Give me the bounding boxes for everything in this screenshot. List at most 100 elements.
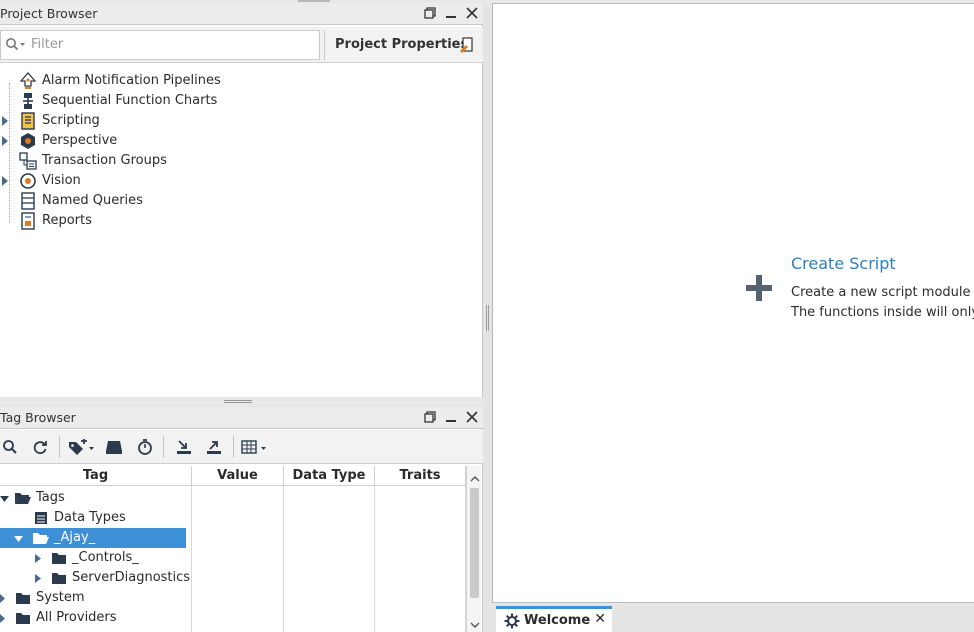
- tree-item-label: Perspective: [42, 133, 118, 148]
- expand-arrow-icon[interactable]: [0, 613, 8, 628]
- expand-arrow-icon[interactable]: [2, 176, 8, 186]
- tag-row-label: _Controls_: [72, 550, 139, 565]
- folder-icon: [15, 611, 31, 629]
- description-line: Create a new script module u: [791, 285, 974, 300]
- project-browser-header: Project Browser: [0, 3, 483, 25]
- tag-row-label: All Providers: [36, 610, 117, 625]
- tree-item-transaction-groups[interactable]: Transaction Groups: [0, 151, 483, 171]
- sfc-icon: [19, 92, 37, 110]
- expand-arrow-icon[interactable]: [34, 573, 42, 588]
- scroll-down-icon[interactable]: [470, 618, 480, 632]
- close-icon[interactable]: ✕: [594, 611, 606, 627]
- column-data-type: [284, 486, 375, 632]
- tree-item-scripting[interactable]: Scripting: [0, 111, 483, 131]
- tree-item-alarm-notification-pipelines[interactable]: Alarm Notification Pipelines: [0, 71, 483, 91]
- tag-browser-title: Tag Browser: [0, 410, 76, 425]
- toolbar-separator: [233, 436, 234, 458]
- data-types-icon: [34, 511, 48, 529]
- tag-row-label: Data Types: [54, 510, 126, 525]
- project-browser-title: Project Browser: [0, 6, 98, 21]
- column-header-value[interactable]: Value: [192, 466, 284, 486]
- tag-row-all-providers[interactable]: All Providers: [0, 608, 186, 628]
- tag-row-label: System: [36, 590, 85, 605]
- collapse-arrow-icon[interactable]: [0, 493, 10, 508]
- vertical-scrollbar[interactable]: [466, 466, 481, 632]
- restore-icon[interactable]: [422, 409, 437, 425]
- search-icon[interactable]: [5, 37, 27, 55]
- filter-input[interactable]: Filter: [0, 30, 320, 60]
- toolbar-separator: [59, 436, 60, 458]
- tag-row-system[interactable]: System: [0, 588, 186, 608]
- minimize-icon[interactable]: [443, 5, 458, 21]
- tree-item-label: Scripting: [42, 113, 100, 128]
- import-icon[interactable]: [174, 438, 194, 456]
- column-value: [192, 486, 284, 632]
- editor-area: Create Script Create a new script module…: [492, 3, 974, 603]
- minimize-icon[interactable]: [443, 409, 458, 425]
- gear-icon: [504, 613, 520, 632]
- folder-open-icon: [32, 531, 50, 549]
- search-icon[interactable]: [0, 438, 20, 456]
- column-header-tag[interactable]: Tag: [0, 466, 192, 486]
- close-icon[interactable]: [464, 409, 479, 425]
- project-tree: Alarm Notification Pipelines Sequential …: [0, 71, 483, 231]
- tag-browser-panel: Tag Browser Tag Value Data Type Traits T…: [0, 407, 483, 632]
- expand-arrow-icon[interactable]: [0, 593, 8, 608]
- vertical-splitter[interactable]: [483, 3, 492, 632]
- top-edge-marker: [298, 0, 330, 2]
- scrollbar-thumb[interactable]: [470, 488, 479, 598]
- table-view-icon[interactable]: [240, 438, 270, 456]
- script-icon: [19, 112, 37, 130]
- tree-item-sequential-function-charts[interactable]: Sequential Function Charts: [0, 91, 483, 111]
- plus-icon[interactable]: [745, 274, 773, 306]
- tree-item-named-queries[interactable]: Named Queries: [0, 191, 483, 211]
- tree-item-reports[interactable]: Reports: [0, 211, 483, 231]
- alarm-pipeline-icon: [19, 72, 37, 90]
- tag-row-server-diagnostics[interactable]: ServerDiagnostics: [0, 568, 190, 589]
- expand-arrow-icon[interactable]: [34, 553, 42, 568]
- column-header-data-type[interactable]: Data Type: [284, 466, 375, 486]
- tag-provider-icon[interactable]: [104, 438, 124, 456]
- report-icon: [19, 212, 37, 230]
- tab-welcome[interactable]: Welcome ✕: [496, 606, 612, 632]
- create-script-description: Create a new script module u The functio…: [791, 283, 974, 323]
- filter-placeholder: Filter: [31, 37, 64, 52]
- editor-tab-bar: Welcome ✕: [492, 604, 974, 632]
- create-script-link[interactable]: Create Script: [791, 254, 896, 273]
- tag-row-ajay[interactable]: _Ajay_: [0, 528, 186, 548]
- tree-item-perspective[interactable]: Perspective: [0, 131, 483, 151]
- tree-item-label: Alarm Notification Pipelines: [42, 73, 221, 88]
- export-icon[interactable]: [204, 438, 224, 456]
- tree-item-label: Sequential Function Charts: [42, 93, 218, 108]
- transaction-group-icon: [19, 152, 37, 170]
- refresh-icon[interactable]: [30, 438, 50, 456]
- expand-arrow-icon[interactable]: [2, 136, 8, 146]
- close-icon[interactable]: [464, 5, 479, 21]
- tag-row-data-types[interactable]: Data Types: [0, 508, 186, 528]
- collapse-arrow-icon[interactable]: [14, 533, 24, 548]
- tab-label: Welcome: [524, 613, 591, 628]
- scroll-up-icon[interactable]: [470, 472, 480, 487]
- restore-icon[interactable]: [422, 5, 437, 21]
- tag-row-tags[interactable]: Tags: [0, 488, 186, 508]
- horizontal-splitter[interactable]: [0, 397, 483, 406]
- tree-item-vision[interactable]: Vision: [0, 171, 483, 191]
- expand-arrow-icon[interactable]: [2, 116, 8, 126]
- tree-item-label: Vision: [42, 173, 81, 188]
- named-query-icon: [19, 192, 37, 210]
- tree-item-label: Named Queries: [42, 193, 143, 208]
- column-traits: [375, 486, 466, 632]
- column-header-traits[interactable]: Traits: [375, 466, 466, 486]
- timer-icon[interactable]: [135, 438, 155, 456]
- project-properties-icon: [459, 37, 473, 57]
- grip-icon: [224, 400, 252, 403]
- folder-icon: [51, 551, 67, 569]
- folder-open-icon: [14, 491, 32, 509]
- tag-row-controls[interactable]: _Controls_: [0, 548, 186, 568]
- tag-row-label: ServerDiagnostics: [72, 570, 191, 585]
- perspective-icon: [19, 132, 37, 150]
- add-tag-icon[interactable]: [66, 438, 96, 456]
- folder-icon: [51, 571, 67, 589]
- project-properties-button[interactable]: Project Properties: [324, 30, 481, 60]
- vision-icon: [19, 172, 37, 190]
